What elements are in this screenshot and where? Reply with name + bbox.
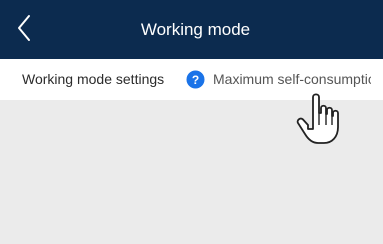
top-app-bar: Working mode <box>0 0 383 59</box>
app-screen: Working mode Working mode settings ? Max… <box>0 0 383 244</box>
working-mode-settings-label: Working mode settings <box>22 71 165 87</box>
question-circle-icon[interactable]: ? <box>186 70 205 89</box>
working-mode-value[interactable]: Maximum self-consumptic <box>213 59 371 100</box>
page-title: Working mode <box>140 20 251 39</box>
hand-pointer-icon <box>296 93 339 144</box>
svg-text:?: ? <box>192 73 199 87</box>
